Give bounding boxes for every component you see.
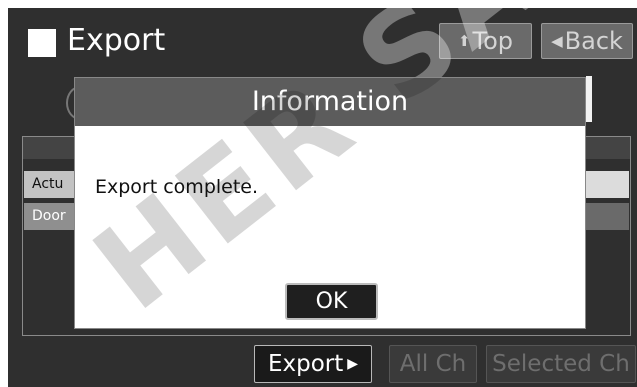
- text-input-edge[interactable]: [586, 76, 592, 122]
- list-item-right: [584, 203, 629, 230]
- ok-button-label: OK: [315, 289, 348, 314]
- list-item-right: [584, 171, 629, 198]
- list-item-label: Door: [32, 208, 66, 224]
- export-button[interactable]: Export ▶: [254, 345, 372, 383]
- all-ch-button-label: All Ch: [399, 351, 467, 377]
- ok-button[interactable]: OK: [285, 283, 378, 320]
- selected-ch-button[interactable]: Selected Ch: [486, 345, 636, 383]
- triangle-left-icon: ◀: [551, 32, 563, 50]
- list-item-label: Actu: [32, 176, 64, 192]
- back-button-label: Back: [564, 27, 623, 55]
- export-screen: Export ⬆Top ◀Back Actu Door Export ▶ All …: [8, 8, 637, 387]
- page-title: Export: [67, 23, 166, 58]
- triangle-right-icon: ▶: [347, 356, 359, 372]
- top-button-label: Top: [472, 27, 514, 55]
- dialog-message: Export complete.: [95, 176, 259, 198]
- arrow-up-icon: ⬆: [457, 32, 471, 50]
- back-button[interactable]: ◀Back: [541, 23, 633, 59]
- dialog-title: Information: [75, 78, 585, 126]
- all-ch-button[interactable]: All Ch: [389, 345, 477, 383]
- title-square-icon: [28, 29, 56, 57]
- information-dialog: Information HER SAS Export complete. OK: [74, 77, 586, 329]
- top-button[interactable]: ⬆Top: [439, 23, 532, 59]
- selected-ch-button-label: Selected Ch: [492, 351, 630, 377]
- export-button-label: Export: [267, 351, 344, 377]
